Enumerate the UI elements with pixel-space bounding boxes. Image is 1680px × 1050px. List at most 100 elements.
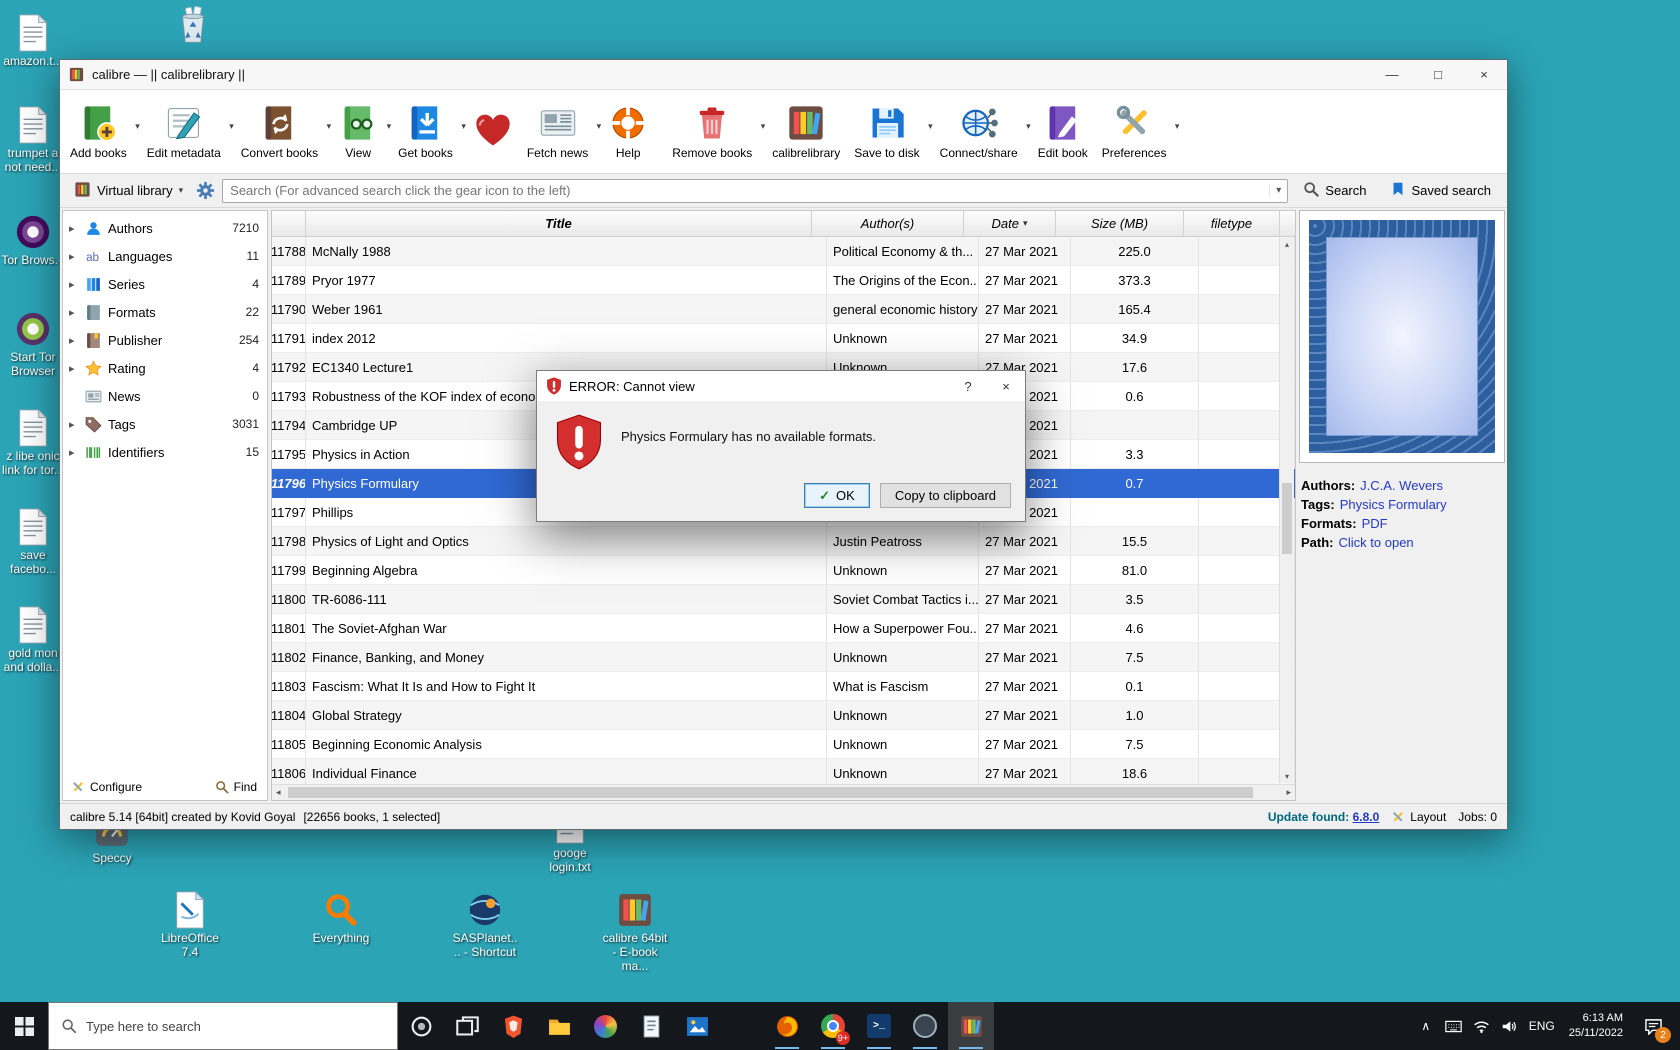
sidebar-item-series[interactable]: ▸ Series 4 xyxy=(63,270,267,298)
expand-icon[interactable]: ▸ xyxy=(69,222,79,235)
table-row[interactable]: 11803 Fascism: What It Is and How to Fig… xyxy=(272,672,1295,701)
edit-metadata-button[interactable]: Edit metadata ▾ xyxy=(141,93,235,171)
desktop-icon-trumpet[interactable]: trumpet a not need... xyxy=(0,104,68,175)
table-row[interactable]: 11790 Weber 1961 general economic histor… xyxy=(272,295,1295,324)
taskbar-powershell[interactable]: >_ xyxy=(856,1002,902,1050)
desktop-icon-tor-browser[interactable]: Tor Brows... xyxy=(0,211,68,268)
sidebar-item-news[interactable]: ▸ News 0 xyxy=(63,382,267,410)
preferences-button[interactable]: Preferences ▾ xyxy=(1096,93,1181,171)
header-size[interactable]: Size (MB) xyxy=(1056,211,1184,236)
touch-keyboard-icon[interactable] xyxy=(1440,1002,1468,1050)
fetch-news-button[interactable]: Fetch news ▾ xyxy=(521,93,602,171)
find-button[interactable]: Find xyxy=(215,780,257,794)
search-input[interactable] xyxy=(223,183,1270,198)
expand-icon[interactable]: ▸ xyxy=(69,250,79,263)
chevron-down-icon[interactable]: ▾ xyxy=(327,121,332,132)
sidebar-item-rating[interactable]: ▸ Rating 4 xyxy=(63,354,267,382)
layout-button[interactable]: Layout xyxy=(1391,810,1446,824)
close-button[interactable]: × xyxy=(1461,60,1507,89)
cortana-button[interactable] xyxy=(398,1002,444,1050)
taskbar-calibre[interactable] xyxy=(948,1002,994,1050)
gear-icon[interactable] xyxy=(196,181,215,200)
remove-books-button[interactable]: Remove books ▾ xyxy=(666,93,766,171)
expand-icon[interactable]: ▸ xyxy=(69,418,79,431)
taskbar-search[interactable]: Type here to search xyxy=(48,1002,398,1050)
edit-book-button[interactable]: Edit book xyxy=(1032,93,1096,171)
view-button[interactable]: View ▾ xyxy=(332,93,392,171)
desktop-icon-everything[interactable]: Everything xyxy=(306,889,376,946)
help-button[interactable]: Help xyxy=(602,93,656,171)
table-row[interactable]: 11788 McNally 1988 Political Economy & t… xyxy=(272,237,1295,266)
scrollbar-thumb[interactable] xyxy=(288,787,1253,798)
language-indicator[interactable]: ENG xyxy=(1524,1019,1560,1033)
sidebar-item-languages[interactable]: ▸ ab Languages 11 xyxy=(63,242,267,270)
chevron-down-icon[interactable]: ▾ xyxy=(928,121,933,132)
desktop-icon-libreoffice[interactable]: LibreOffice 7.4 xyxy=(155,889,225,960)
desktop-icon-zlib-link[interactable]: z libe onic link for tor... xyxy=(0,407,68,478)
minimize-button[interactable]: — xyxy=(1369,60,1415,89)
jobs-indicator[interactable]: Jobs: 0 xyxy=(1458,810,1497,824)
volume-icon[interactable] xyxy=(1496,1002,1524,1050)
saved-search-button[interactable]: Saved search xyxy=(1382,178,1500,203)
action-center-button[interactable]: 2 xyxy=(1632,1002,1674,1050)
add-books-button[interactable]: Add books ▾ xyxy=(64,93,141,171)
book-cover[interactable] xyxy=(1299,210,1505,463)
header-date[interactable]: Date ▾ xyxy=(964,211,1056,236)
sidebar-item-publisher[interactable]: ▸ Publisher 254 xyxy=(63,326,267,354)
scroll-up-icon[interactable]: ▴ xyxy=(1285,240,1289,249)
expand-icon[interactable]: ▸ xyxy=(69,334,79,347)
format-link[interactable]: PDF xyxy=(1362,515,1388,534)
header-authors[interactable]: Author(s) xyxy=(812,211,964,236)
get-books-button[interactable]: Get books ▾ xyxy=(392,93,467,171)
taskbar-photos[interactable] xyxy=(674,1002,720,1050)
scroll-left-icon[interactable]: ◂ xyxy=(276,787,281,798)
save-to-disk-button[interactable]: Save to disk ▾ xyxy=(848,93,933,171)
search-button[interactable]: Search xyxy=(1295,178,1374,203)
sidebar-item-authors[interactable]: ▸ Authors 7210 xyxy=(63,214,267,242)
taskbar-notepad[interactable] xyxy=(628,1002,674,1050)
expand-icon[interactable]: ▸ xyxy=(69,446,79,459)
chevron-down-icon[interactable]: ▾ xyxy=(597,121,602,132)
connect-share-button[interactable]: Connect/share ▾ xyxy=(934,93,1032,171)
chevron-down-icon[interactable]: ▾ xyxy=(461,121,466,132)
desktop-icon-gold-money[interactable]: gold mon and dolla... xyxy=(0,604,68,675)
expand-icon[interactable]: ▸ xyxy=(69,306,79,319)
path-link[interactable]: Click to open xyxy=(1339,534,1414,553)
chevron-down-icon[interactable]: ▾ xyxy=(761,121,766,132)
taskbar-file-explorer[interactable] xyxy=(536,1002,582,1050)
sidebar-item-tags[interactable]: ▸ Tags 3031 xyxy=(63,410,267,438)
table-row[interactable]: 11806 Individual Finance Unknown 27 Mar … xyxy=(272,759,1295,784)
configure-button[interactable]: Configure xyxy=(71,780,142,794)
ok-button[interactable]: ✓ OK xyxy=(804,483,870,508)
desktop-icon-save-facebook[interactable]: save facebo... xyxy=(0,506,68,577)
taskbar-brave[interactable] xyxy=(490,1002,536,1050)
table-row[interactable]: 11802 Finance, Banking, and Money Unknow… xyxy=(272,643,1295,672)
table-row[interactable]: 11801 The Soviet-Afghan War How a Superp… xyxy=(272,614,1295,643)
header-filetype[interactable]: filetype xyxy=(1184,211,1280,236)
chevron-down-icon[interactable]: ▾ xyxy=(387,121,392,132)
dialog-help-button[interactable]: ? xyxy=(949,371,987,401)
network-icon[interactable] xyxy=(1468,1002,1496,1050)
table-row[interactable]: 11800 TR-6086-111 Soviet Combat Tactics … xyxy=(272,585,1295,614)
maximize-button[interactable]: □ xyxy=(1415,60,1461,89)
chevron-down-icon[interactable]: ▾ xyxy=(229,121,234,132)
recycle-bin-icon[interactable] xyxy=(158,4,228,44)
library-button[interactable]: calibrelibrary xyxy=(766,93,848,171)
desktop-icon-calibre[interactable]: calibre 64bit - E-book ma... xyxy=(600,889,670,973)
update-version-link[interactable]: 6.8.0 xyxy=(1353,810,1380,824)
clock[interactable]: 6:13 AM 25/11/2022 xyxy=(1560,1011,1632,1041)
donate-button[interactable] xyxy=(467,93,521,171)
desktop-icon-amazon[interactable]: amazon.t... xyxy=(0,12,68,69)
convert-books-button[interactable]: Convert books ▾ xyxy=(235,93,332,171)
virtual-library-button[interactable]: Virtual library ▾ xyxy=(68,178,189,204)
window-titlebar[interactable]: calibre — || calibrelibrary || — □ × xyxy=(60,60,1507,90)
start-button[interactable] xyxy=(0,1002,48,1050)
chevron-down-icon[interactable]: ▾ xyxy=(1026,121,1031,132)
horizontal-scrollbar[interactable]: ◂ ▸ xyxy=(272,784,1295,800)
chevron-down-icon[interactable]: ▾ xyxy=(135,121,140,132)
vertical-scrollbar[interactable]: ▴ ▾ xyxy=(1279,238,1294,783)
desktop-icon-start-tor-browser[interactable]: Start Tor Browser xyxy=(0,308,68,379)
chevron-down-icon[interactable]: ▾ xyxy=(1175,121,1180,132)
scrollbar-thumb[interactable] xyxy=(1282,483,1292,555)
scroll-down-icon[interactable]: ▾ xyxy=(1285,772,1289,781)
